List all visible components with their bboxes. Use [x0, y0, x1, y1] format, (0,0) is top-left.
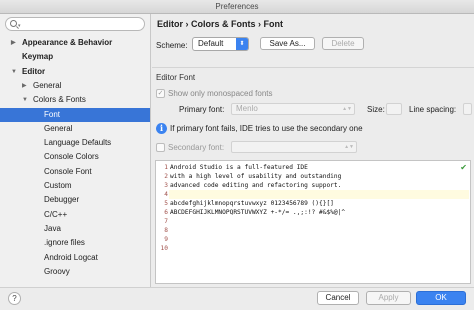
line-spacing-label: Line spacing:	[409, 105, 457, 114]
chevron-updown-icon: ▲▼	[342, 106, 352, 112]
info-message: If primary font fails, IDE tries to use …	[170, 124, 363, 133]
line-number: 5	[164, 200, 168, 207]
secondary-font-select[interactable]: ▲▼	[231, 141, 357, 153]
mono-fonts-label: Show only monospaced fonts	[168, 89, 273, 98]
primary-font-select[interactable]: Menlo ▲▼	[231, 103, 355, 115]
chevron-right-icon[interactable]: ▶	[11, 36, 16, 50]
sidebar-item-label: Android Logcat	[44, 252, 98, 262]
caret-row-highlight	[169, 190, 469, 199]
apply-button[interactable]: Apply	[366, 291, 411, 305]
primary-font-value: Menlo	[236, 104, 258, 113]
sidebar-item-label: Groovy	[44, 266, 70, 276]
window-title: Preferences	[0, 0, 474, 14]
line-spacing-field[interactable]	[463, 103, 472, 115]
chevron-updown-icon: ⬍	[236, 38, 248, 50]
sidebar-item-label: Appearance & Behavior	[22, 38, 113, 47]
dialog-footer: ? Cancel Apply OK	[0, 287, 474, 310]
line-number: 8	[164, 227, 168, 234]
mono-fonts-checkbox[interactable]: ✓	[156, 89, 165, 98]
info-icon: i	[156, 123, 167, 134]
sidebar-item[interactable]: Custom	[0, 179, 150, 193]
sidebar-item-label: C/C++	[44, 209, 68, 219]
sidebar-item[interactable]: ▼ Colors & Fonts	[0, 93, 150, 107]
line-number: 3	[164, 182, 168, 189]
secondary-font-label: Secondary font:	[168, 143, 225, 152]
code-line: Android Studio is a full-featured IDE	[170, 164, 308, 171]
sidebar-item-label: Keymap	[22, 52, 54, 62]
sidebar-item[interactable]: Keymap	[0, 50, 150, 64]
scheme-select[interactable]: Default ⬍	[192, 37, 249, 51]
size-label: Size:	[367, 105, 385, 114]
sidebar-item-label: .ignore files	[44, 238, 85, 248]
sidebar-item-label: Console Colors	[44, 152, 99, 162]
chevron-right-icon[interactable]: ▶	[22, 79, 27, 93]
chevron-updown-icon: ▲▼	[344, 144, 354, 150]
ok-button[interactable]: OK	[416, 291, 466, 305]
line-number: 10	[160, 245, 168, 252]
font-preview-editor[interactable]: 1 2 3 4 5 6 7 8 9 10 Android Studio is a full-fea…	[155, 160, 471, 284]
line-number: 1	[164, 164, 168, 171]
sidebar-item[interactable]: Debugger	[0, 193, 150, 207]
sidebar-item-label: Font	[44, 109, 61, 119]
sidebar-item-label: Debugger	[44, 195, 80, 205]
chevron-down-icon[interactable]: ▼	[22, 93, 28, 107]
settings-sidebar: ▾ ▶ Appearance & Behavior Keymap ▼ Editor ▶ Ge…	[0, 14, 151, 287]
size-field[interactable]	[386, 103, 402, 115]
sidebar-item-label: Editor	[22, 66, 46, 76]
line-number: 9	[164, 236, 168, 243]
sidebar-item[interactable]: ▼ Editor	[0, 65, 150, 79]
sidebar-item-label: Java	[44, 223, 61, 233]
breadcrumb: Editor › Colors & Fonts › Font	[157, 19, 283, 29]
code-line: ABCDEFGHIJKLMNOPQRSTUVWXYZ +-*/= .,;:!? …	[170, 209, 346, 216]
cancel-button[interactable]: Cancel	[317, 291, 359, 305]
sidebar-item-label: Language Defaults	[44, 138, 112, 148]
secondary-font-checkbox[interactable]	[156, 143, 165, 152]
line-number: 2	[164, 173, 168, 180]
checkmark-icon: ✔	[460, 163, 467, 172]
sidebar-item[interactable]: .ignore files	[0, 236, 150, 250]
line-number-gutter: 1 2 3 4 5 6 7 8 9 10	[156, 161, 169, 283]
sidebar-item[interactable]: ▶ General	[0, 79, 150, 93]
sidebar-item[interactable]: Android Logcat	[0, 251, 150, 265]
search-input[interactable]: ▾	[5, 17, 145, 31]
code-line: advanced code editing and refactoring su…	[170, 182, 342, 189]
sidebar-item[interactable]: General	[0, 122, 150, 136]
code-line: abcdefghijklmnopqrstuvwxyz 0123456789 ()…	[170, 200, 334, 207]
sidebar-item-label: Console Font	[44, 166, 92, 176]
sidebar-item-label: General	[33, 80, 62, 90]
code-line: with a high level of usability and outst…	[170, 173, 342, 180]
line-number: 4	[164, 191, 168, 198]
sidebar-item-label: Colors & Fonts	[33, 95, 86, 105]
section-title: Editor Font	[156, 73, 196, 82]
divider	[152, 67, 474, 68]
search-dropdown-icon: ▾	[18, 23, 21, 29]
sidebar-item[interactable]: Java	[0, 222, 150, 236]
scheme-value: Default	[198, 39, 224, 48]
sidebar-item-label: General	[44, 123, 73, 133]
scheme-label: Scheme:	[156, 41, 188, 50]
save-as-button[interactable]: Save As...	[260, 37, 315, 50]
sidebar-item[interactable]: ▶ Appearance & Behavior	[0, 36, 150, 50]
chevron-down-icon[interactable]: ▼	[11, 65, 17, 79]
sidebar-item[interactable]: C/C++	[0, 208, 150, 222]
primary-font-label: Primary font:	[179, 105, 225, 114]
search-icon	[10, 20, 17, 27]
delete-button[interactable]: Delete	[322, 37, 364, 50]
sidebar-item[interactable]: Console Colors	[0, 150, 150, 164]
line-number: 7	[164, 218, 168, 225]
sidebar-item[interactable]: Groovy	[0, 265, 150, 279]
sidebar-item[interactable]: Font	[0, 107, 150, 122]
sidebar-item[interactable]: Console Font	[0, 165, 150, 179]
sidebar-item-label: Custom	[44, 181, 72, 190]
help-button[interactable]: ?	[8, 292, 21, 305]
font-settings-panel: Editor › Colors & Fonts › Font Scheme: D…	[152, 14, 474, 287]
line-number: 6	[164, 209, 168, 216]
sidebar-item[interactable]: Language Defaults	[0, 136, 150, 150]
